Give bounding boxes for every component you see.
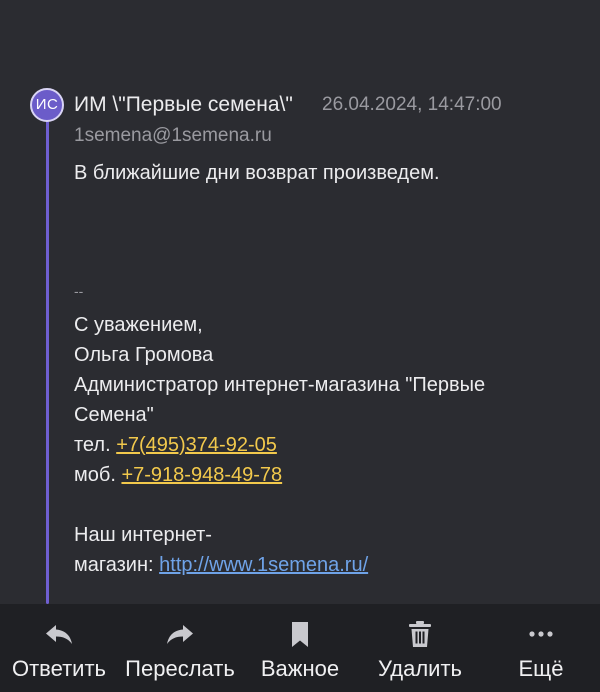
important-button[interactable]: Важное <box>250 604 350 692</box>
signature-tel-line: тел. +7(495)374-92-05 <box>74 431 277 459</box>
delete-button[interactable]: Удалить <box>370 604 470 692</box>
shop-line-1: Наш интернет- <box>74 524 212 546</box>
more-label: Ещё <box>518 656 564 681</box>
tel-link[interactable]: +7(495)374-92-05 <box>116 434 277 456</box>
sender-name[interactable]: ИМ \"Первые семена\" <box>74 93 293 117</box>
signature-position-line-1: Администратор интернет-магазина "Первые <box>74 374 486 396</box>
shop-line-2: магазин: http://www.1semena.ru/ <box>74 551 368 579</box>
trash-icon <box>409 621 431 647</box>
email-thread-screen: ИС ИМ \"Первые семена\" 26.04.2024, 14:4… <box>0 0 600 692</box>
reply-label: Ответить <box>11 656 107 681</box>
important-label: Важное <box>260 656 340 681</box>
avatar[interactable]: ИС <box>30 88 64 122</box>
mob-link[interactable]: +7-918-948-49-78 <box>121 464 282 486</box>
message-date: 26.04.2024, 14:47:00 <box>322 94 502 115</box>
shop-label: магазин: <box>74 554 154 576</box>
delete-label: Удалить <box>378 656 462 681</box>
reply-icon <box>46 625 72 644</box>
signature-separator: -- <box>74 283 84 299</box>
more-dots-icon <box>529 631 553 637</box>
signature-mob-line: моб. +7-918-948-49-78 <box>74 461 282 489</box>
mob-label: моб. <box>74 464 116 486</box>
bookmark-icon <box>292 622 308 647</box>
thread-line <box>46 118 49 604</box>
bottom-toolbar: Ответить Переслать Важное Удалить Ещё <box>0 604 600 692</box>
signature-position-line-2: Семена" <box>74 404 154 426</box>
more-button[interactable]: Ещё <box>494 604 588 692</box>
tel-label: тел. <box>74 434 111 456</box>
signature-greeting: С уважением, <box>74 314 203 336</box>
forward-icon <box>167 625 193 644</box>
forward-button[interactable]: Переслать <box>118 604 242 692</box>
message-body-line: В ближайшие дни возврат произведем. <box>74 162 440 184</box>
signature-name: Ольга Громова <box>74 344 214 366</box>
shop-url-link[interactable]: http://www.1semena.ru/ <box>159 554 368 576</box>
reply-button[interactable]: Ответить <box>0 604 118 692</box>
sender-email[interactable]: 1semena@1semena.ru <box>74 125 272 147</box>
forward-label: Переслать <box>125 656 235 681</box>
